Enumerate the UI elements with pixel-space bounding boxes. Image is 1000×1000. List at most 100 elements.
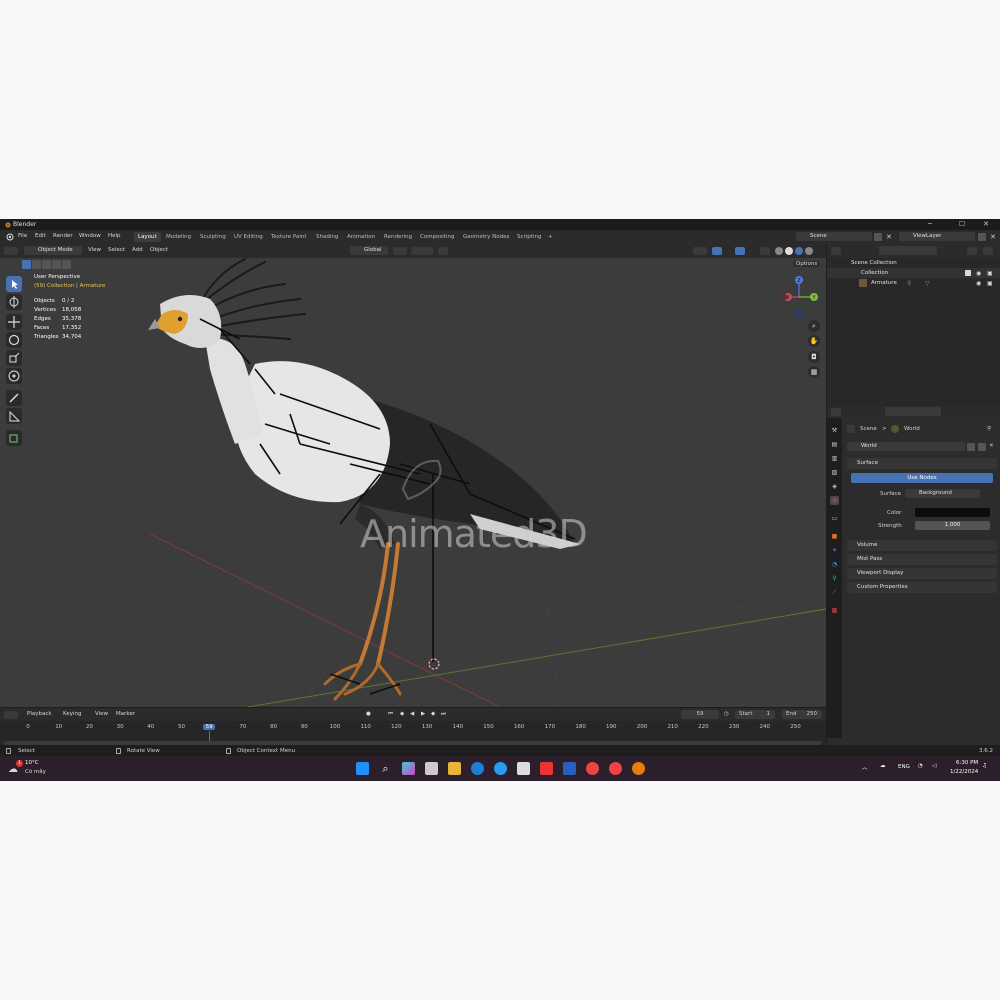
select-invert-icon[interactable] <box>52 260 61 269</box>
pan-hand-icon[interactable]: ✋ <box>808 335 820 347</box>
tray-chevron-icon[interactable]: ︿ <box>862 763 868 771</box>
tab-compositing[interactable]: Compositing <box>416 232 458 242</box>
tab-sculpting[interactable]: Sculpting <box>196 232 230 242</box>
mode-selector[interactable]: Object Mode <box>24 246 82 255</box>
mesh-child-icon[interactable]: ▽ <box>925 279 930 289</box>
custom-properties-panel-header[interactable]: Custom Properties <box>847 582 997 593</box>
transform-orientation-selector[interactable]: Global <box>350 246 388 255</box>
rotate-tool-button[interactable] <box>6 332 22 348</box>
gizmo-toggle-icon[interactable] <box>712 247 722 255</box>
physics-tab-icon[interactable]: ◔ <box>830 560 839 569</box>
tab-shading[interactable]: Shading <box>312 232 342 242</box>
tab-rendering[interactable]: Rendering <box>380 232 416 242</box>
measure-tool-button[interactable] <box>6 408 22 424</box>
tab-geometry-nodes[interactable]: Geometry Nodes <box>459 232 513 242</box>
navigation-gizmo[interactable]: Z Y X <box>776 274 822 320</box>
new-scene-icon[interactable] <box>874 233 882 241</box>
shading-material-icon[interactable] <box>795 247 803 255</box>
blender-menu-icon[interactable] <box>5 233 14 241</box>
armature-data-icon[interactable]: ⚲ <box>907 279 911 289</box>
viewport-menu-add[interactable]: Add <box>132 247 143 253</box>
add-workspace-button[interactable]: + <box>544 232 557 242</box>
outliner-editor-icon[interactable] <box>831 247 841 255</box>
word-icon[interactable] <box>563 762 576 775</box>
shading-solid-icon[interactable] <box>785 247 793 255</box>
blender-taskbar-icon[interactable] <box>632 762 645 775</box>
new-viewlayer-icon[interactable] <box>978 233 986 241</box>
new-collection-icon[interactable] <box>983 247 993 255</box>
file-explorer-icon[interactable] <box>448 762 461 775</box>
menu-help[interactable]: Help <box>108 233 121 239</box>
scene-selector[interactable]: Scene <box>796 232 872 241</box>
clock-date[interactable]: 1/22/2024 <box>950 769 978 775</box>
options-button[interactable]: Options <box>793 261 821 267</box>
clock-time[interactable]: 6:30 PM <box>956 760 978 766</box>
close-button[interactable]: ✕ <box>972 220 1000 229</box>
surface-shader-selector[interactable]: Background <box>905 489 980 498</box>
tab-animation[interactable]: Animation <box>343 232 379 242</box>
viewport-menu-view[interactable]: View <box>88 247 101 253</box>
select-tool-button[interactable] <box>6 276 22 292</box>
select-extend-icon[interactable] <box>32 260 41 269</box>
select-subtract-icon[interactable] <box>42 260 51 269</box>
scale-tool-button[interactable] <box>6 350 22 366</box>
transform-tool-button[interactable] <box>6 368 22 384</box>
add-cube-tool-button[interactable] <box>6 430 22 446</box>
unlink-world-icon[interactable]: ✕ <box>989 443 994 449</box>
pin-icon[interactable]: ⚲ <box>987 426 991 432</box>
select-intersect-icon[interactable] <box>62 260 71 269</box>
object-tab-icon[interactable]: ■ <box>830 532 839 541</box>
3d-cursor-icon[interactable] <box>428 658 440 670</box>
render-tab-icon[interactable]: ▤ <box>830 440 839 449</box>
camera-view-icon[interactable]: ◘ <box>808 351 820 363</box>
annotate-tool-button[interactable] <box>6 390 22 406</box>
move-tool-button[interactable] <box>6 314 22 330</box>
tab-uv-editing[interactable]: UV Editing <box>230 232 267 242</box>
tool-tab-icon[interactable]: ⚒ <box>830 426 839 435</box>
wifi-icon[interactable]: ◔ <box>918 763 923 769</box>
outliner-row-armature[interactable]: Armature ⚲ ▽ ◉ ▣ <box>827 278 1000 288</box>
tab-layout[interactable]: Layout <box>134 232 161 242</box>
select-new-icon[interactable] <box>22 260 31 269</box>
start-windows-icon[interactable] <box>356 762 369 775</box>
tab-modeling[interactable]: Modeling <box>162 232 195 242</box>
view-layer-tab-icon[interactable]: ▧ <box>830 468 839 477</box>
scene-tab-icon[interactable]: ◈ <box>830 482 839 491</box>
store-icon[interactable] <box>517 762 530 775</box>
task-view-icon[interactable] <box>425 762 438 775</box>
tab-texture-paint[interactable]: Texture Paint <box>267 232 311 242</box>
delete-scene-icon[interactable]: ✕ <box>886 233 894 241</box>
fake-user-icon[interactable] <box>967 443 975 451</box>
output-tab-icon[interactable]: ▥ <box>830 454 839 463</box>
edge-icon[interactable] <box>471 762 484 775</box>
visibility-icon[interactable] <box>693 247 707 255</box>
outliner-row-scene-collection[interactable]: Scene Collection <box>827 258 1000 268</box>
world-selector[interactable]: World <box>847 442 965 451</box>
outliner-search-input[interactable] <box>879 246 937 255</box>
color-swatch[interactable] <box>915 508 990 517</box>
viewport-display-panel-header[interactable]: Viewport Display <box>847 568 997 579</box>
edge-beta-icon[interactable] <box>494 762 507 775</box>
modifier-tab-icon[interactable]: ✦ <box>830 546 839 555</box>
editor-type-icon[interactable] <box>4 247 18 255</box>
properties-editor-icon[interactable] <box>831 408 841 416</box>
volume-icon[interactable]: ◁ <box>932 763 936 769</box>
viewlayer-selector[interactable]: ViewLayer <box>899 232 975 241</box>
delete-viewlayer-icon[interactable]: ✕ <box>990 233 998 241</box>
zoom-icon[interactable]: ⌕ <box>808 320 820 332</box>
copilot-icon[interactable] <box>402 762 415 775</box>
weather-widget[interactable]: ☁ 1 <box>8 760 23 775</box>
snap-icon[interactable] <box>411 247 433 255</box>
notification-bell-icon[interactable]: ♫ <box>982 763 987 769</box>
collection-tab-icon[interactable]: ▭ <box>830 514 839 523</box>
3d-viewport[interactable]: Animated3D Object Mode View Select Add O… <box>0 244 826 707</box>
viewport-menu-select[interactable]: Select <box>108 247 125 253</box>
menu-edit[interactable]: Edit <box>35 233 46 239</box>
timeline-ruler[interactable]: 0 10 20 30 40 50 59 70 80 90 100 110 120 130 140 150 160… <box>0 708 826 741</box>
language-indicator[interactable]: ENG <box>898 764 910 770</box>
photos-icon[interactable] <box>540 762 553 775</box>
minimize-button[interactable]: ─ <box>916 220 944 229</box>
outliner-row-collection[interactable]: Collection ◉ ▣ <box>827 268 1000 278</box>
texture-tab-icon[interactable]: ▩ <box>830 606 839 615</box>
chrome-icon[interactable] <box>586 762 599 775</box>
